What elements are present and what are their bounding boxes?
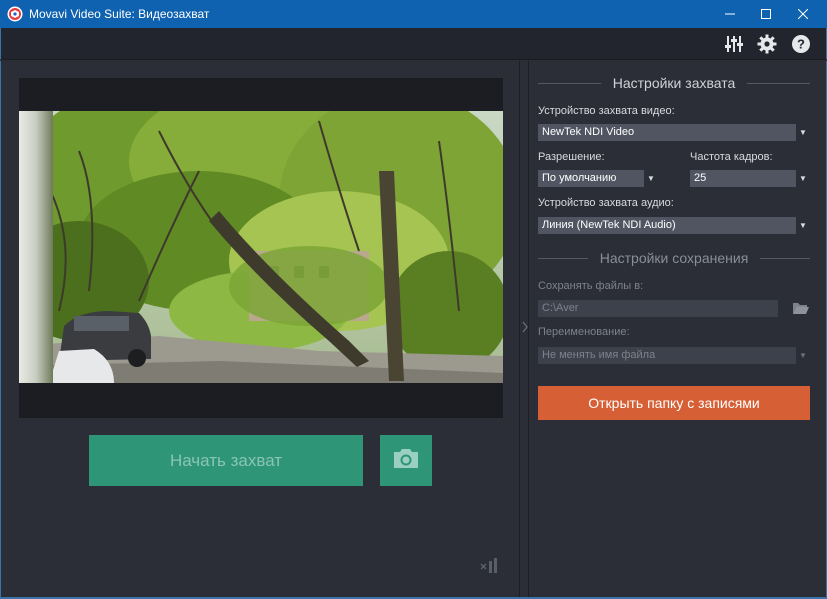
maximize-button[interactable] <box>749 0 783 28</box>
camera-icon <box>392 447 420 474</box>
dropdown-arrow-icon: ▼ <box>796 217 810 234</box>
audio-device-label: Устройство захвата аудио: <box>538 197 674 209</box>
rename-select[interactable]: Не менять имя файла ▼ <box>538 347 810 364</box>
save-path-value: C:\Aver <box>542 302 579 314</box>
resolution-select[interactable]: По умолчанию ▼ <box>538 170 658 187</box>
open-recordings-folder-button[interactable]: Открыть папку с записями <box>538 386 810 420</box>
chevron-right-icon[interactable] <box>522 319 528 335</box>
gear-icon[interactable] <box>755 32 779 56</box>
save-settings-heading: Настройки сохранения <box>538 248 811 268</box>
dropdown-arrow-icon: ▼ <box>796 347 810 364</box>
framerate-label: Частота кадров: <box>690 151 773 163</box>
divider <box>538 257 588 259</box>
rename-value: Не менять имя файла <box>542 349 656 361</box>
window-title: Movavi Video Suite: Видеозахват <box>29 7 210 21</box>
resolution-value: По умолчанию <box>542 172 617 184</box>
preview-pane: Начать захват <box>0 61 519 599</box>
settings-pane: Настройки захвата Устройство захвата вид… <box>529 61 827 599</box>
audio-level-icon <box>479 557 503 575</box>
save-path-field[interactable]: C:\Aver <box>538 300 778 317</box>
audio-device-value: Линия (NewTek NDI Audio) <box>542 219 676 231</box>
framerate-value: 25 <box>694 172 707 184</box>
mixer-settings-icon[interactable] <box>722 32 746 56</box>
rename-label: Переименование: <box>538 326 630 338</box>
start-capture-button[interactable]: Начать захват <box>89 435 363 486</box>
video-preview <box>19 111 503 383</box>
resolution-label: Разрешение: <box>538 151 605 163</box>
pane-splitter[interactable] <box>519 61 529 599</box>
section-title: Настройки сохранения <box>599 250 749 266</box>
movavi-app-icon <box>7 6 23 22</box>
dropdown-arrow-icon: ▼ <box>796 170 810 187</box>
folder-icon[interactable] <box>791 300 811 316</box>
close-button[interactable] <box>786 0 820 28</box>
divider <box>760 257 811 259</box>
video-device-label: Устройство захвата видео: <box>538 105 675 117</box>
window-titlebar: Movavi Video Suite: Видеозахват <box>0 0 827 28</box>
divider <box>538 82 601 84</box>
snapshot-button[interactable] <box>380 435 432 486</box>
video-device-value: NewTek NDI Video <box>542 126 635 138</box>
svg-text:?: ? <box>797 37 805 52</box>
dropdown-arrow-icon: ▼ <box>644 170 658 187</box>
divider <box>747 82 811 84</box>
video-device-select[interactable]: NewTek NDI Video ▼ <box>538 124 810 141</box>
capture-settings-heading: Настройки захвата <box>538 73 811 93</box>
app-toolbar: ? <box>0 28 827 60</box>
audio-device-select[interactable]: Линия (NewTek NDI Audio) ▼ <box>538 217 810 234</box>
dropdown-arrow-icon: ▼ <box>796 124 810 141</box>
save-to-label: Сохранять файлы в: <box>538 280 644 292</box>
video-preview-frame <box>19 78 503 418</box>
help-icon[interactable]: ? <box>789 32 813 56</box>
minimize-button[interactable] <box>713 0 747 28</box>
section-title: Настройки захвата <box>612 75 736 91</box>
framerate-select[interactable]: 25 ▼ <box>690 170 810 187</box>
